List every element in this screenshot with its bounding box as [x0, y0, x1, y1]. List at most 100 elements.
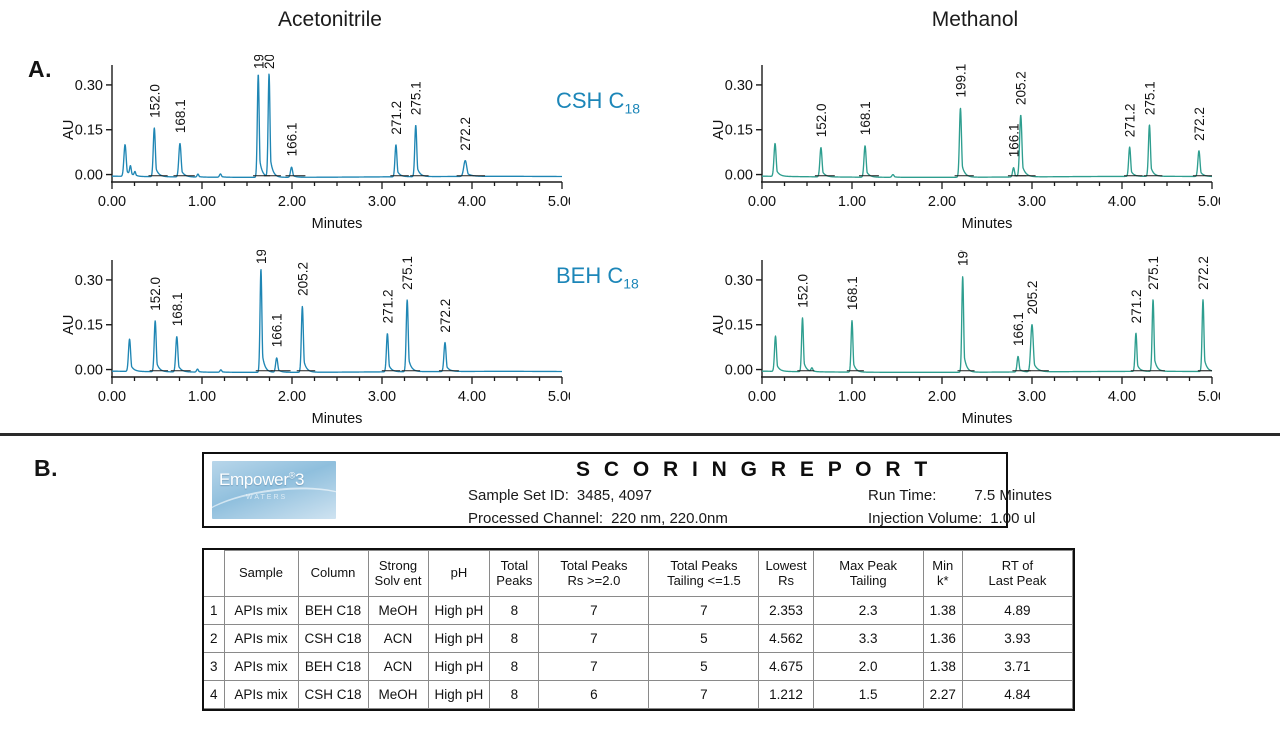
- y-tick-label: 0.00: [75, 168, 103, 184]
- peak-label: 166.1: [1007, 123, 1022, 157]
- peak-label: 205.2: [1025, 281, 1040, 315]
- chromatogram-methanol-csh: 0.00 0.15 0.30 0.00 1.00 2.00 3.00 4.00 5.00 Minu…: [710, 55, 1220, 230]
- peak-label: 271.2: [389, 101, 404, 135]
- scoring-table-container: Sample Column Strong Solv ent pH Total Peaks To…: [202, 548, 1075, 711]
- y-tick-label: 0.30: [725, 273, 753, 289]
- peak-label: 168.1: [845, 276, 860, 310]
- peak-label: 275.1: [1146, 256, 1161, 290]
- x-tick-label: 3.00: [1018, 389, 1046, 405]
- table-cell: 4.84: [961, 680, 1073, 709]
- table-cell: 4.89: [961, 596, 1073, 625]
- y-tick-label: 0.15: [75, 318, 103, 334]
- row-label-beh-subscript: 18: [623, 275, 639, 292]
- injection-volume-label: Injection Volume:: [868, 510, 983, 527]
- chromatogram-plot-meoh-csh: 0.00 0.15 0.30 0.00 1.00 2.00 3.00 4.00 5.00 Minu…: [711, 64, 1220, 230]
- table-header-max-peak-tailing: Max Peak Tailing: [812, 550, 924, 597]
- chromatogram-acetonitrile-beh: 0.00 0.15 0.30 0.00 1.00 2.00 3.00 4.00 5.00 Minu…: [60, 250, 570, 425]
- peak-label: 271.2: [1129, 290, 1144, 324]
- peak-label: 275.1: [1142, 81, 1157, 115]
- table-header-ph: pH: [427, 550, 491, 597]
- scoring-table: Sample Column Strong Solv ent pH Total Peaks To…: [204, 550, 1073, 709]
- x-tick-label: 5.00: [548, 194, 570, 210]
- chromatogram-plot-acn-beh: 0.00 0.15 0.30 0.00 1.00 2.00 3.00 4.00 5.00 Minu…: [61, 250, 570, 425]
- table-cell-index: 1: [204, 596, 225, 625]
- x-tick-label: 4.00: [458, 389, 486, 405]
- peak-label: 271.2: [1123, 103, 1138, 137]
- scoring-table-body: 1 APIs mix BEH C18 MeOH High pH 8 7 7 2.353 2.3 1.…: [204, 596, 1073, 709]
- logo-product-name: Empower: [219, 470, 289, 489]
- y-axis-title: AU: [61, 315, 77, 335]
- sample-set-id-label: Sample Set ID:: [468, 487, 569, 504]
- table-cell: 1.5: [812, 680, 924, 709]
- empower-logo: Empower®3 WATERS: [212, 461, 336, 519]
- table-row: 2 APIs mix CSH C18 ACN High pH 8 7 5 4.562 3.3 1.3…: [204, 624, 1073, 653]
- table-cell: BEH C18: [297, 652, 369, 681]
- peak-label: 272.2: [438, 299, 453, 333]
- peak-label: 271.2: [380, 290, 395, 324]
- y-axis-title: AU: [61, 120, 77, 140]
- table-header-row: Sample Column Strong Solv ent pH Total Peaks To…: [204, 550, 1073, 597]
- y-tick-label: 0.30: [75, 78, 103, 94]
- peak-label: 199.1: [956, 250, 971, 266]
- table-cell: 7: [538, 624, 650, 653]
- table-header-rt-of-last-peak: RT of Last Peak: [961, 550, 1073, 597]
- table-cell: High pH: [427, 680, 491, 709]
- x-tick-label: 2.00: [278, 389, 306, 405]
- peak-label: 199.1: [254, 250, 269, 264]
- peak-label: 205.2: [295, 262, 310, 296]
- x-tick-label: 2.00: [928, 194, 956, 210]
- table-cell: APIs mix: [223, 624, 299, 653]
- table-header-total-peaks-tailing-1-5: Total Peaks Tailing <=1.5: [648, 550, 760, 597]
- table-header-total-peaks: Total Peaks: [489, 550, 540, 597]
- x-tick-label: 1.00: [838, 194, 866, 210]
- x-tick-label: 0.00: [748, 194, 776, 210]
- peak-label: 168.1: [170, 293, 185, 327]
- x-tick-label: 4.00: [458, 194, 486, 210]
- table-cell: 7: [538, 596, 650, 625]
- x-tick-label: 1.00: [188, 389, 216, 405]
- peak-label: 199.1: [953, 64, 968, 98]
- table-header-min-k: Min k*: [922, 550, 963, 597]
- x-tick-label: 0.00: [98, 389, 126, 405]
- panel-a-label: A.: [28, 56, 52, 82]
- run-time-value: 7.5 Minutes: [974, 487, 1052, 504]
- table-cell: 1.38: [922, 652, 963, 681]
- x-tick-label: 0.00: [748, 389, 776, 405]
- panel-a-chromatograms: A. Acetonitrile Methanol CSH C18 BEH C18…: [0, 0, 1280, 432]
- processed-channel-field: Processed Channel: 220 nm, 220.0nm: [468, 510, 728, 527]
- logo-company-name: WATERS: [246, 494, 288, 501]
- table-cell: 2.353: [758, 596, 814, 625]
- table-cell: 4.562: [758, 624, 814, 653]
- x-tick-label: 4.00: [1108, 194, 1136, 210]
- table-cell: MeOH: [367, 596, 429, 625]
- report-title: S C O R I N G R E P O R T: [576, 458, 932, 481]
- table-header-lowest-rs: Lowest Rs: [758, 550, 814, 597]
- injection-volume-value: 1.00 ul: [990, 510, 1036, 527]
- x-tick-label: 1.00: [188, 194, 216, 210]
- peak-label: 152.0: [796, 274, 811, 308]
- processed-channel-label: Processed Channel:: [468, 510, 604, 527]
- sample-set-id-field: Sample Set ID: 3485, 4097: [468, 487, 652, 504]
- table-header-strong-solv-ent: Strong Solv ent: [367, 550, 429, 597]
- table-cell: 1.38: [922, 596, 963, 625]
- x-tick-label: 3.00: [368, 194, 396, 210]
- chromatogram-acetonitrile-csh: 0.00 0.15 0.30 0.00 1.00 2.00 3.00 4.00 5.00 Minu…: [60, 55, 570, 230]
- peak-label: 166.1: [1011, 312, 1026, 346]
- peak-label: 152.0: [147, 84, 162, 118]
- peak-label: 272.2: [1196, 256, 1211, 290]
- processed-channel-value: 220 nm, 220.0nm: [611, 510, 728, 527]
- panel-b-label: B.: [34, 455, 58, 481]
- figure-root: A. Acetonitrile Methanol CSH C18 BEH C18…: [0, 0, 1280, 752]
- sample-set-id-value: 3485, 4097: [576, 487, 652, 504]
- peak-label: 152.0: [148, 277, 163, 311]
- table-row: 3 APIs mix BEH C18 ACN High pH 8 7 5 4.675 2.0 1.3…: [204, 652, 1073, 681]
- table-cell: 8: [489, 596, 540, 625]
- y-tick-label: 0.30: [75, 273, 103, 289]
- row-label-csh-subscript: 18: [624, 100, 641, 117]
- chromatogram-plot-meoh-beh: 0.00 0.15 0.30 0.00 1.00 2.00 3.00 4.00 5.00 Minu…: [711, 250, 1220, 425]
- x-tick-label: 3.00: [368, 389, 396, 405]
- peak-label: 152.0: [814, 103, 829, 137]
- table-cell: 5: [648, 624, 760, 653]
- chromatogram-plot-acn-csh: 0.00 0.15 0.30 0.00 1.00 2.00 3.00 4.00 5.00 Minu…: [61, 55, 570, 230]
- injection-volume-field: Injection Volume: 1.00 ul: [868, 510, 1035, 527]
